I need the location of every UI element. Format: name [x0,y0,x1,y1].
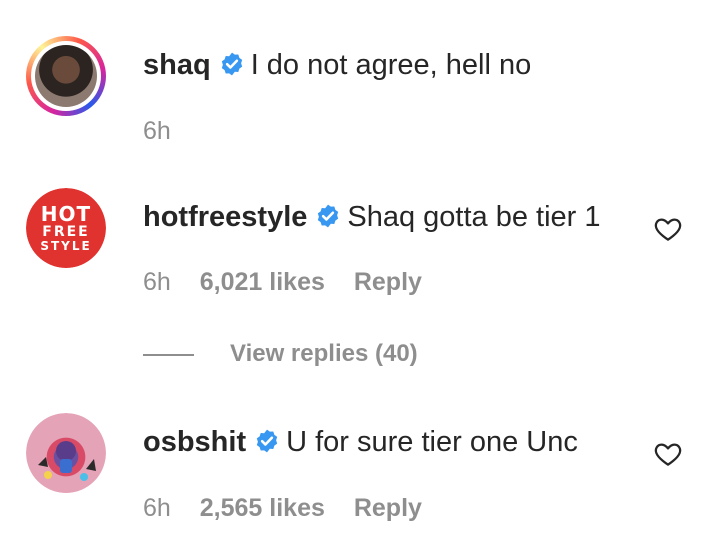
avatar-hotfreestyle[interactable]: HOT FREE STYLE [26,188,106,268]
username[interactable]: osbshit [143,426,246,458]
username[interactable]: hotfreestyle [143,201,307,233]
timestamp[interactable]: 6h [143,494,171,522]
logo-text-free: FREE [42,224,90,240]
verified-badge-icon [318,204,339,228]
avatar-osbshit[interactable] [26,413,106,493]
avatar-photo [26,413,106,493]
verified-badge-icon [256,429,278,453]
likes-count[interactable]: 6,021 likes [200,268,325,296]
likes-count[interactable]: 2,565 likes [200,494,325,522]
comment-meta: 6h 2,565 likes Reply [143,494,444,523]
timestamp[interactable]: 6h [143,268,171,296]
view-replies-button[interactable]: View replies (40) [143,340,418,368]
heart-outline-icon[interactable] [653,439,683,469]
verified-badge-icon [221,52,242,76]
comment-line: osbshit U for sure tier one Unc [143,424,578,460]
logo-text-hot: HOT [40,202,92,226]
comment-text: Shaq gotta be tier 1 [347,201,601,233]
comment-line: shaq I do not agree, hell no [143,47,531,83]
heart-outline-icon[interactable] [653,214,683,244]
hotfreestyle-logo: HOT FREE STYLE [26,188,106,268]
comment-text: I do not agree, hell no [250,49,532,81]
avatar-photo [35,45,97,107]
replies-divider [143,353,194,356]
avatar-art [38,441,96,481]
comment-meta: 6h 6,021 likes Reply [143,268,444,297]
comment-line: hotfreestyle Shaq gotta be tier 1 [143,199,601,235]
comment-meta: 6h [143,117,193,146]
reply-button[interactable]: Reply [354,494,422,522]
reply-button[interactable]: Reply [354,268,422,296]
comment-text: U for sure tier one Unc [286,426,578,458]
username[interactable]: shaq [143,49,211,81]
avatar-shaq[interactable] [26,36,106,116]
logo-text-style: STYLE [40,239,92,253]
timestamp[interactable]: 6h [143,117,171,145]
view-replies-label: View replies (40) [230,340,418,367]
